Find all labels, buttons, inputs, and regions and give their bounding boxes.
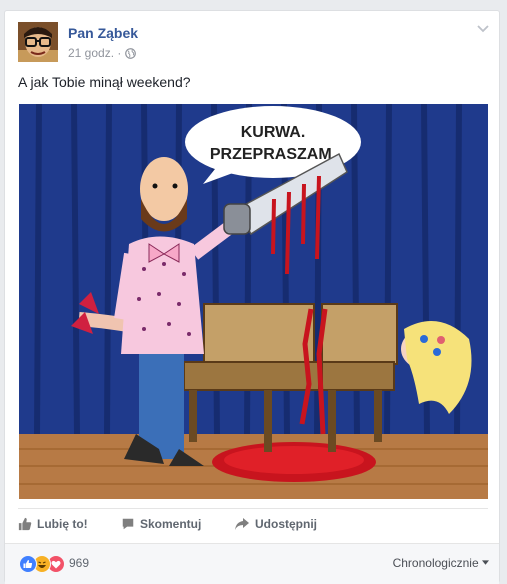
post-meta: 21 godz. · [68, 46, 136, 60]
like-button[interactable]: Lubię to! [18, 517, 88, 531]
share-label: Udostępnij [255, 517, 317, 531]
action-bar: Lubię to! Skomentuj Udostępnij [18, 508, 488, 543]
share-button[interactable]: Udostępnij [234, 517, 317, 531]
comment-sort-dropdown[interactable]: Chronologicznie [393, 556, 489, 570]
author-name[interactable]: Pan Ząbek [68, 25, 138, 41]
thumbs-up-icon [18, 517, 32, 531]
sort-label: Chronologicznie [392, 556, 479, 570]
globe-icon[interactable] [124, 48, 136, 59]
like-reaction-icon [19, 555, 37, 573]
caret-down-icon [482, 560, 489, 565]
post-timestamp[interactable]: 21 godz. [68, 46, 114, 60]
chevron-down-icon[interactable] [477, 25, 489, 33]
comic-illustration: KURWA. PRZEPRASZAM. [19, 104, 488, 499]
comment-label: Skomentuj [140, 517, 202, 531]
like-label: Lubię to! [37, 517, 88, 531]
avatar-image [18, 22, 58, 62]
comment-bubble-icon [122, 518, 134, 530]
reactions-footer: 969 Chronologicznie [5, 543, 499, 584]
post-text: A jak Tobie minął weekend? [18, 74, 191, 90]
speech-line-2: PRZEPRASZAM. [210, 146, 336, 163]
meta-separator: · [117, 46, 122, 60]
reaction-count[interactable]: 969 [69, 556, 89, 570]
speech-line-1: KURWA. [241, 124, 306, 141]
post-image[interactable]: KURWA. PRZEPRASZAM. [19, 104, 488, 499]
comment-button[interactable]: Skomentuj [121, 517, 201, 531]
share-arrow-icon [235, 518, 249, 530]
post-card: Pan Ząbek 21 godz. · A jak Tobie minął w… [4, 10, 500, 584]
avatar[interactable] [18, 22, 58, 62]
